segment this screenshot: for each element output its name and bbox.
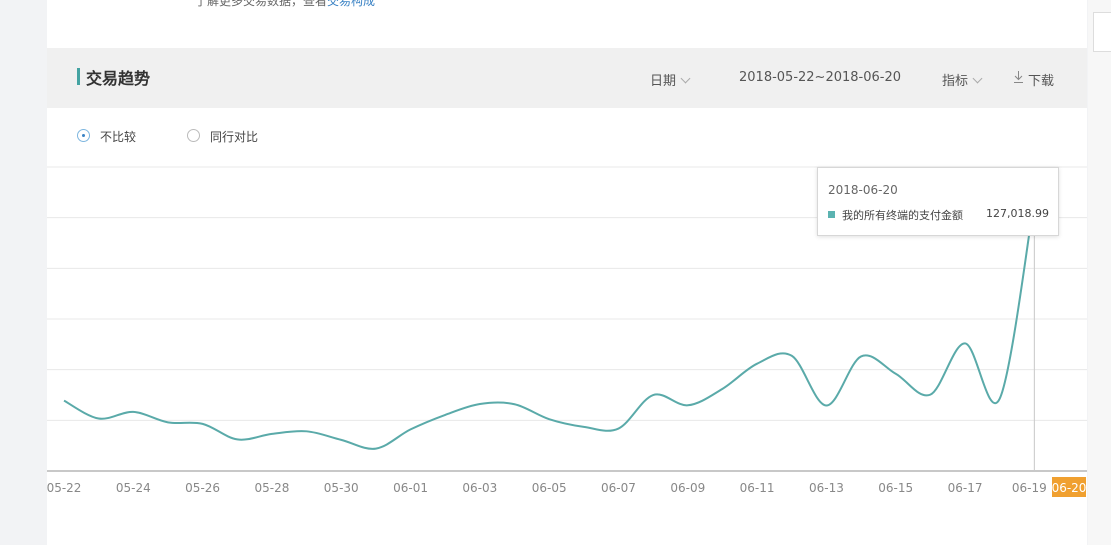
x-tick-label: 06-03	[462, 481, 497, 495]
x-tick-label: 06-05	[532, 481, 567, 495]
trend-chart: 05-22 05-24 05-26 05-28 05-30 06-01 06-03 06-05…	[47, 166, 1087, 497]
data-point[interactable]	[477, 401, 483, 407]
data-point[interactable]	[165, 419, 171, 425]
x-tick-label: 06-09	[670, 481, 705, 495]
data-point[interactable]	[997, 396, 1003, 402]
data-point[interactable]	[927, 392, 933, 398]
data-point[interactable]	[234, 436, 240, 442]
data-point[interactable]	[650, 392, 656, 398]
x-tick-label: 06-01	[393, 481, 428, 495]
data-point[interactable]	[512, 401, 518, 407]
x-tick-label: 06-07	[601, 481, 636, 495]
data-point[interactable]	[304, 428, 310, 434]
x-tick-label: 06-13	[809, 481, 844, 495]
data-point[interactable]	[581, 424, 587, 430]
data-point[interactable]	[269, 431, 275, 437]
data-point[interactable]	[754, 361, 760, 367]
x-tick-label: 06-19	[1012, 481, 1047, 495]
data-point[interactable]	[373, 446, 379, 452]
data-point[interactable]	[442, 412, 448, 418]
x-tick-label: 06-15	[878, 481, 913, 495]
tooltip-series-name: 我的所有终端的支付金额	[842, 209, 963, 222]
data-point[interactable]	[685, 402, 691, 408]
x-tick-label: 05-28	[254, 481, 289, 495]
tooltip-value: 127,018.99	[986, 207, 1049, 220]
x-tick-label: 05-22	[47, 481, 82, 495]
data-point[interactable]	[546, 416, 552, 422]
data-point[interactable]	[408, 426, 414, 432]
chart-tooltip: 2018-06-20 我的所有终端的支付金额 127,018.99	[817, 167, 1059, 236]
x-tick-label: 05-26	[185, 481, 220, 495]
data-point[interactable]	[96, 416, 102, 422]
data-point[interactable]	[130, 409, 136, 415]
x-tick-label: 06-20	[1052, 481, 1087, 495]
x-tick-label: 06-11	[740, 481, 775, 495]
x-tick-label: 05-30	[324, 481, 359, 495]
data-point[interactable]	[200, 421, 206, 427]
tooltip-date: 2018-06-20	[828, 183, 898, 197]
data-point[interactable]	[338, 437, 344, 443]
data-point[interactable]	[719, 386, 725, 392]
x-tick-label: 05-24	[116, 481, 151, 495]
data-point[interactable]	[789, 353, 795, 359]
data-point[interactable]	[962, 340, 968, 346]
series-line	[63, 199, 1036, 450]
data-point[interactable]	[893, 371, 899, 377]
x-tick-label: 06-17	[948, 481, 983, 495]
data-point[interactable]	[858, 353, 864, 359]
data-point[interactable]	[823, 403, 829, 409]
data-point[interactable]	[615, 426, 621, 432]
data-point[interactable]	[61, 398, 67, 404]
series-swatch	[828, 211, 835, 218]
